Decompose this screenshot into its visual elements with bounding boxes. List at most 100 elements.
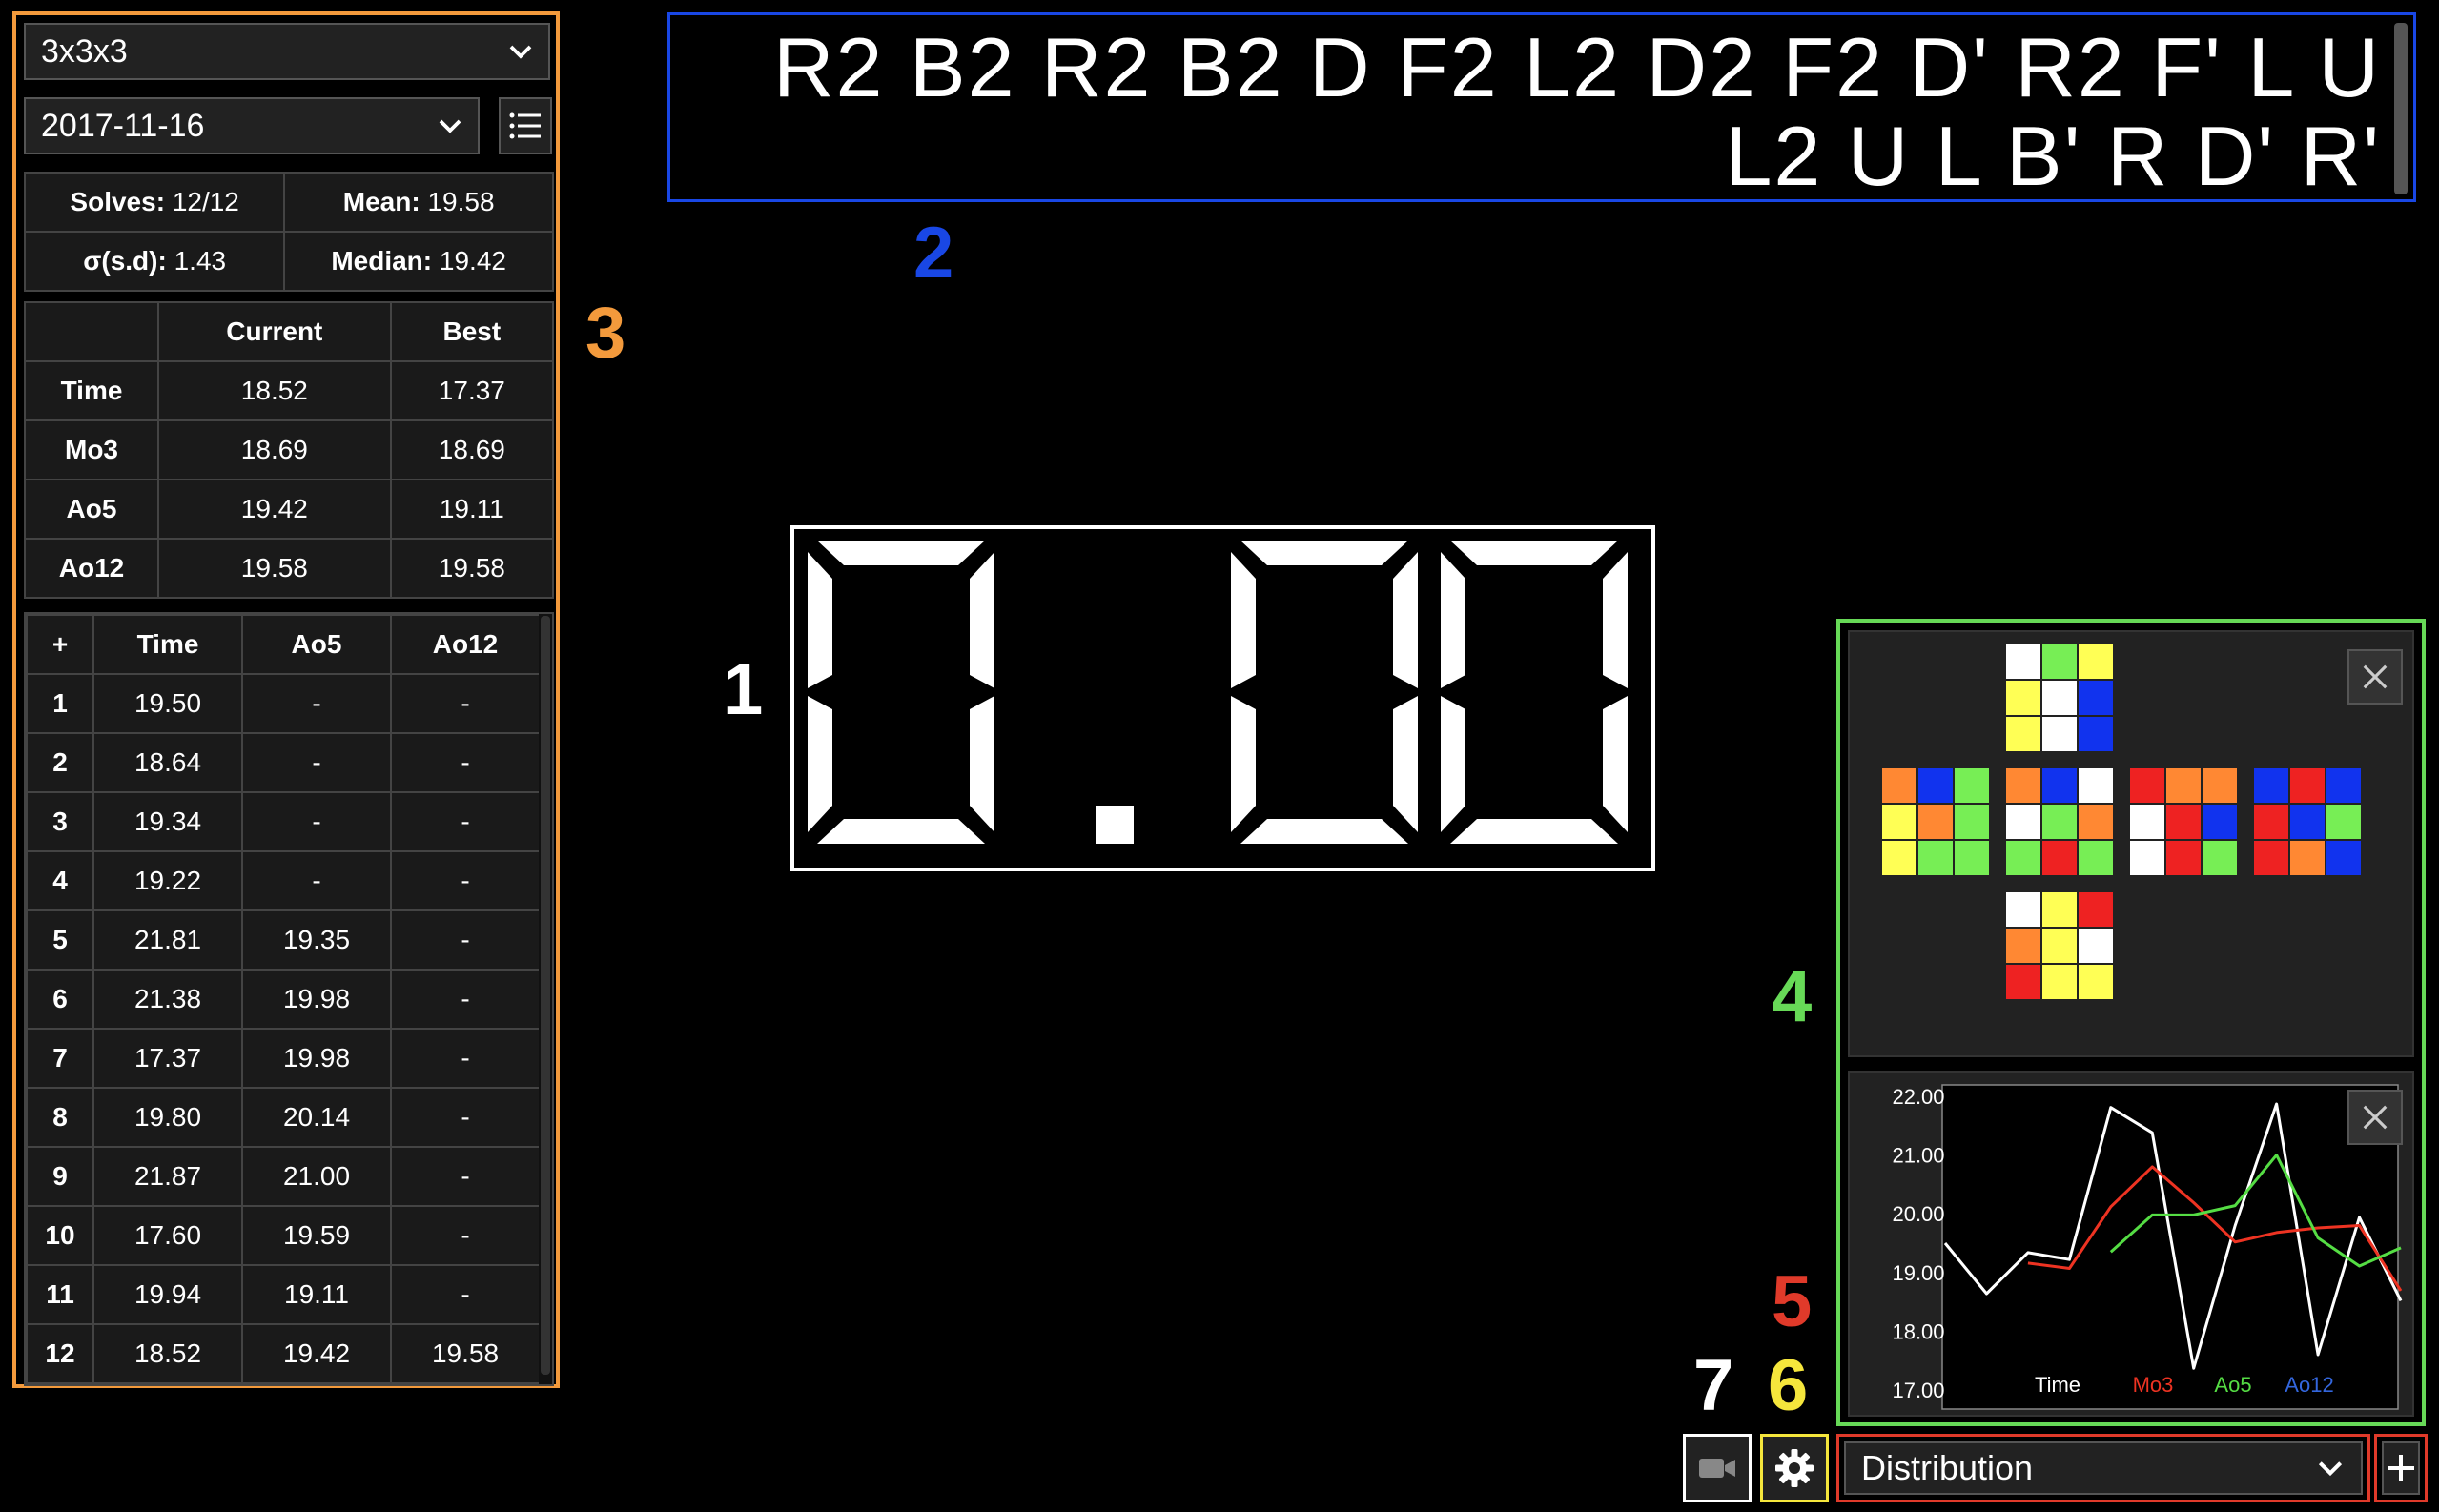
solve-index: 5 xyxy=(26,909,94,971)
close-chart-tool-button[interactable] xyxy=(2347,1090,2403,1145)
cube-sticker xyxy=(2201,803,2239,841)
legend-ao5[interactable]: Ao5 xyxy=(2214,1373,2251,1397)
summary-table: Solves: 12/12 Mean: 19.58 σ(s.d): 1.43 M… xyxy=(23,172,554,292)
digit-segment xyxy=(1450,819,1618,844)
digit-segment xyxy=(808,552,832,688)
solve-ao5[interactable]: - xyxy=(241,791,392,852)
cube-sticker xyxy=(2325,766,2363,805)
session-select[interactable]: 2017-11-16 xyxy=(24,97,480,154)
solve-ao5[interactable]: - xyxy=(241,673,392,734)
cube-sticker xyxy=(2040,963,2079,1001)
record-current[interactable]: 19.58 xyxy=(157,538,392,599)
y-tick-label: 19.00 xyxy=(1892,1261,1944,1285)
solves-scrollbar[interactable] xyxy=(539,614,552,1384)
scramble-scrollbar[interactable] xyxy=(2394,23,2408,194)
digit-segment xyxy=(970,552,994,688)
table-row[interactable]: 2 18.64- - xyxy=(26,732,541,793)
solves-list: + Time Ao5 Ao12 1 19.50- -2 18.64- -3 19.34- -… xyxy=(24,612,554,1386)
camera-button[interactable] xyxy=(1683,1434,1752,1502)
puzzle-select[interactable]: 3x3x3 xyxy=(24,23,550,80)
timer-display[interactable] xyxy=(790,525,1655,871)
solve-ao12[interactable]: 19.58 xyxy=(390,1323,541,1384)
record-best[interactable]: 17.37 xyxy=(389,360,555,421)
solve-time[interactable]: 21.81 xyxy=(92,909,243,971)
solve-ao12[interactable]: - xyxy=(390,1264,541,1325)
scramble-text[interactable]: R2 B2 R2 B2 D F2 L2 D2 F2 D' R2 F' L U L… xyxy=(680,23,2381,200)
solve-ao5[interactable]: 19.35 xyxy=(241,909,392,971)
solve-time[interactable]: 18.52 xyxy=(92,1323,243,1384)
solve-time[interactable]: 21.87 xyxy=(92,1146,243,1207)
session-list-button[interactable] xyxy=(499,97,552,154)
cube-sticker xyxy=(1916,803,1955,841)
legend-mo3[interactable]: Mo3 xyxy=(2133,1373,2174,1397)
solve-ao12[interactable]: - xyxy=(390,791,541,852)
solve-time[interactable]: 19.94 xyxy=(92,1264,243,1325)
records-header-blank xyxy=(24,301,159,362)
solve-time[interactable]: 18.64 xyxy=(92,732,243,793)
solve-ao12[interactable]: - xyxy=(390,673,541,734)
add-tool-box[interactable] xyxy=(2382,1441,2420,1495)
cube-sticker xyxy=(2288,839,2326,877)
solve-time[interactable]: 21.38 xyxy=(92,969,243,1030)
solve-time[interactable]: 17.60 xyxy=(92,1205,243,1266)
solve-ao5[interactable]: - xyxy=(241,850,392,911)
record-current[interactable]: 18.52 xyxy=(157,360,392,421)
timer-digits xyxy=(808,541,1628,844)
table-row[interactable]: 7 17.37 19.98- xyxy=(26,1028,541,1089)
cube-sticker xyxy=(2325,803,2363,841)
table-row[interactable]: 4 19.22- - xyxy=(26,850,541,911)
solve-ao12[interactable]: - xyxy=(390,732,541,793)
cube-sticker xyxy=(2252,766,2290,805)
record-best[interactable]: 19.58 xyxy=(389,538,555,599)
solve-ao12[interactable]: - xyxy=(390,1146,541,1207)
tool-select[interactable]: Distribution xyxy=(1836,1434,2370,1502)
records-row: Mo3 18.69 18.69 xyxy=(24,419,555,480)
solve-ao12[interactable]: - xyxy=(390,969,541,1030)
solve-ao12[interactable]: - xyxy=(390,1087,541,1148)
cube-sticker xyxy=(2077,803,2115,841)
legend-ao12[interactable]: Ao12 xyxy=(2285,1373,2333,1397)
table-row[interactable]: 9 21.87 21.00- xyxy=(26,1146,541,1207)
cube-sticker xyxy=(2201,839,2239,877)
cube-sticker xyxy=(2040,679,2079,717)
solve-time[interactable]: 19.50 xyxy=(92,673,243,734)
record-best[interactable]: 18.69 xyxy=(389,419,555,480)
table-row[interactable]: 11 19.94 19.11- xyxy=(26,1264,541,1325)
solve-ao12[interactable]: - xyxy=(390,850,541,911)
cube-sticker xyxy=(2164,766,2203,805)
add-tool-button[interactable] xyxy=(2374,1434,2428,1502)
table-row[interactable]: 6 21.38 19.98- xyxy=(26,969,541,1030)
table-row[interactable]: 10 17.60 19.59- xyxy=(26,1205,541,1266)
add-solve-header[interactable]: + xyxy=(26,614,94,675)
solve-ao5[interactable]: 21.00 xyxy=(241,1146,392,1207)
scrollbar-thumb[interactable] xyxy=(541,616,550,1375)
tool-select-box[interactable]: Distribution xyxy=(1844,1441,2363,1495)
table-row[interactable]: 3 19.34- - xyxy=(26,791,541,852)
solve-ao5[interactable]: 20.14 xyxy=(241,1087,392,1148)
legend-time[interactable]: Time xyxy=(2035,1373,2080,1397)
solve-time[interactable]: 19.22 xyxy=(92,850,243,911)
solve-ao5[interactable]: 19.42 xyxy=(241,1323,392,1384)
solve-ao5[interactable]: 19.98 xyxy=(241,1028,392,1089)
solve-ao12[interactable]: - xyxy=(390,909,541,971)
solve-time[interactable]: 19.80 xyxy=(92,1087,243,1148)
close-scramble-tool-button[interactable] xyxy=(2347,649,2403,705)
table-row[interactable]: 5 21.81 19.35- xyxy=(26,909,541,971)
solve-time[interactable]: 17.37 xyxy=(92,1028,243,1089)
record-current[interactable]: 19.42 xyxy=(157,479,392,540)
solve-ao5[interactable]: 19.59 xyxy=(241,1205,392,1266)
solve-ao12[interactable]: - xyxy=(390,1028,541,1089)
record-best[interactable]: 19.11 xyxy=(389,479,555,540)
table-row[interactable]: 1 19.50- - xyxy=(26,673,541,734)
cube-sticker xyxy=(2252,839,2290,877)
solve-ao12[interactable]: - xyxy=(390,1205,541,1266)
settings-button[interactable] xyxy=(1760,1434,1829,1502)
solve-time[interactable]: 19.34 xyxy=(92,791,243,852)
close-icon xyxy=(2363,664,2388,689)
solve-ao5[interactable]: - xyxy=(241,732,392,793)
table-row[interactable]: 8 19.80 20.14- xyxy=(26,1087,541,1148)
solve-ao5[interactable]: 19.98 xyxy=(241,969,392,1030)
solve-ao5[interactable]: 19.11 xyxy=(241,1264,392,1325)
table-row[interactable]: 12 18.52 19.42 19.58 xyxy=(26,1323,541,1384)
record-current[interactable]: 18.69 xyxy=(157,419,392,480)
